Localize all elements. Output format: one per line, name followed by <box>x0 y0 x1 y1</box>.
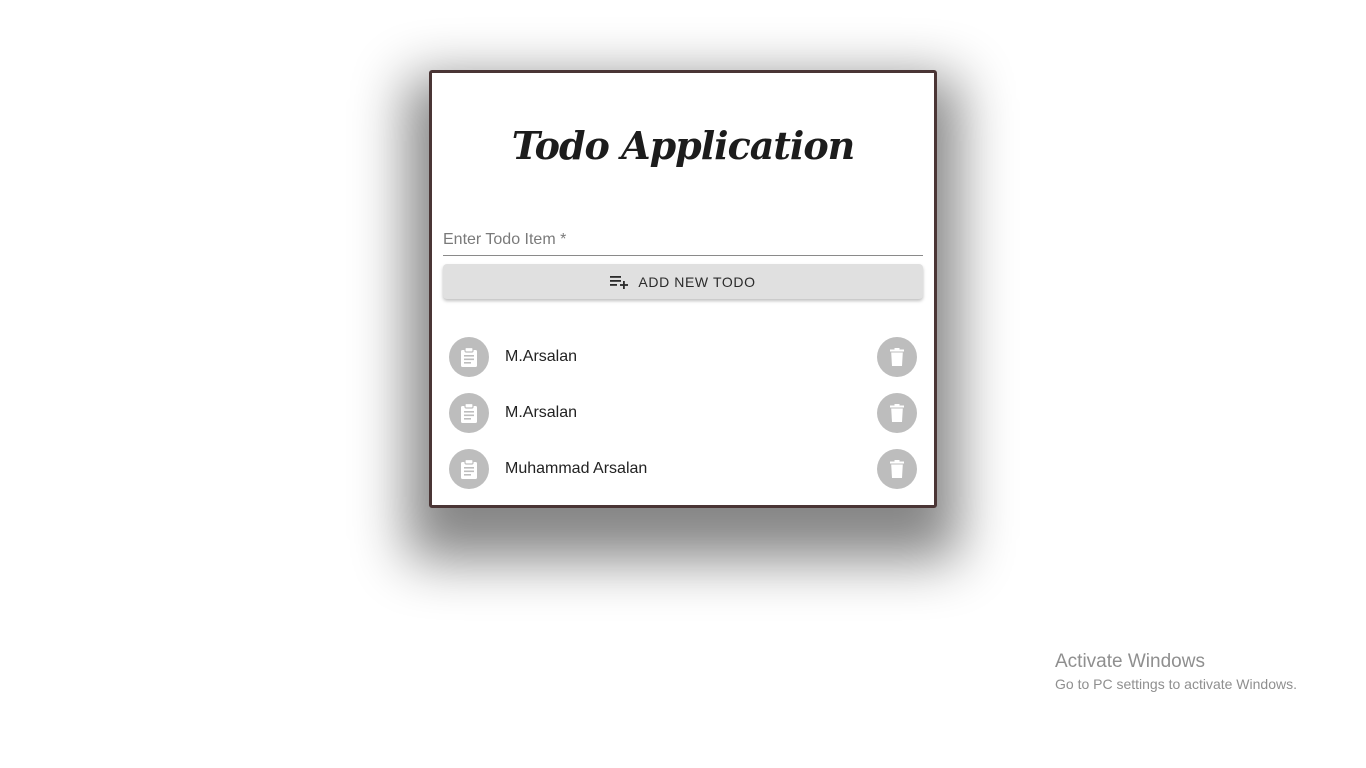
todo-list: M.Arsalan M.Arsalan Muhammad Arsalan <box>432 334 934 502</box>
assignment-icon <box>461 347 477 367</box>
todo-input-field[interactable] <box>443 221 923 256</box>
todo-text: M.Arsalan <box>505 348 578 365</box>
delete-icon <box>890 348 904 366</box>
assignment-icon <box>461 403 477 423</box>
delete-todo-button[interactable] <box>877 393 917 433</box>
watermark-subtitle: Go to PC settings to activate Windows. <box>1055 676 1297 692</box>
delete-icon <box>890 460 904 478</box>
watermark-title: Activate Windows <box>1055 651 1205 672</box>
todo-avatar <box>449 393 489 433</box>
todo-item: Muhammad Arsalan <box>432 446 934 502</box>
delete-todo-button[interactable] <box>877 337 917 377</box>
todo-card: Todo Application ADD NEW TODO <box>429 70 937 508</box>
todo-avatar <box>449 449 489 489</box>
todo-avatar <box>449 337 489 377</box>
page-title: Todo Application <box>511 123 856 168</box>
add-todo-button[interactable]: ADD NEW TODO <box>443 264 923 299</box>
assignment-icon <box>461 459 477 479</box>
todo-item: M.Arsalan <box>432 390 934 446</box>
delete-todo-button[interactable] <box>877 449 917 489</box>
todo-text: Muhammad Arsalan <box>505 460 648 477</box>
delete-icon <box>890 404 904 422</box>
todo-text: M.Arsalan <box>505 404 578 421</box>
todo-input[interactable] <box>443 229 923 251</box>
activate-windows-watermark: Activate Windows Go to PC settings to ac… <box>1055 651 1297 693</box>
todo-item: M.Arsalan <box>432 334 934 390</box>
add-todo-button-label: ADD NEW TODO <box>638 273 756 290</box>
playlist-add-icon <box>610 275 629 289</box>
